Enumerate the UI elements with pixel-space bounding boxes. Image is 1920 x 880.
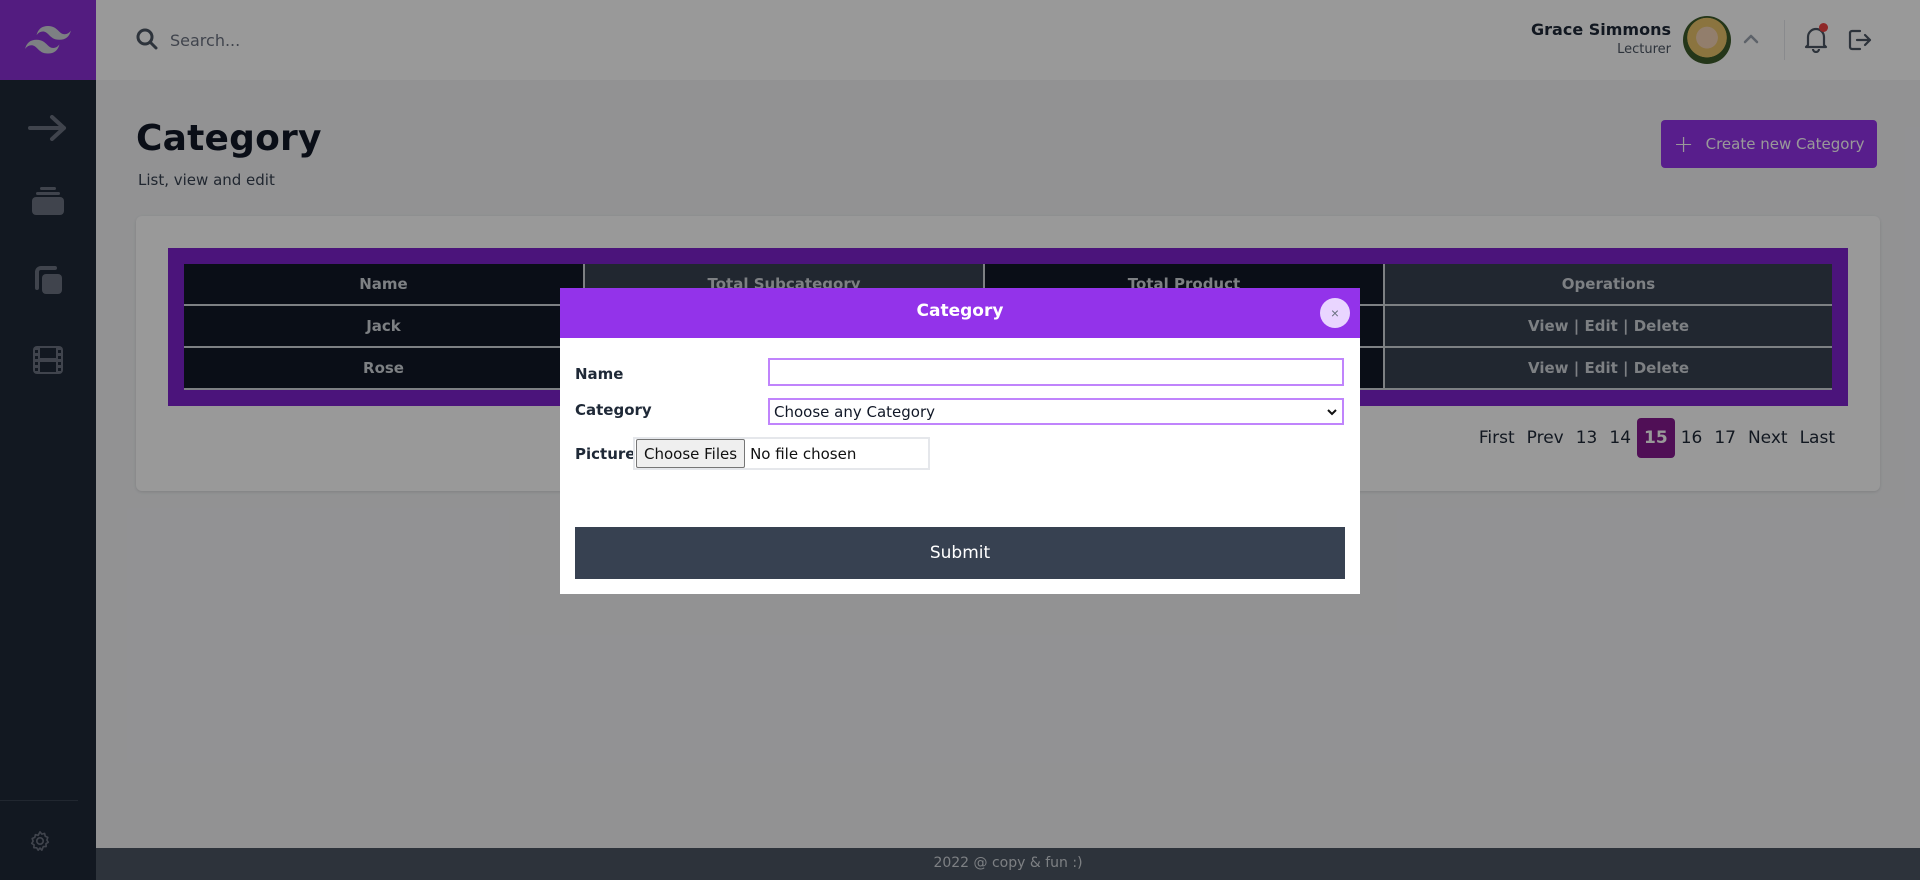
modal-title: Category: [916, 301, 1004, 321]
category-select[interactable]: Choose any Category: [768, 398, 1344, 425]
category-modal: Category × Name Category Choose any Cate…: [560, 288, 1360, 594]
close-icon: ×: [1330, 305, 1340, 321]
name-input[interactable]: [768, 358, 1344, 386]
submit-button[interactable]: Submit: [575, 527, 1345, 579]
choose-files-button[interactable]: Choose Files: [636, 439, 746, 468]
chevron-down-icon: [1327, 408, 1337, 415]
name-label: Name: [575, 365, 624, 383]
close-button[interactable]: ×: [1320, 298, 1350, 328]
category-label: Category: [575, 401, 652, 419]
modal-header: Category ×: [560, 288, 1360, 338]
picture-label: Picture: [575, 445, 636, 463]
picture-file-input[interactable]: Choose Files No file chosen: [633, 437, 930, 470]
file-status: No file chosen: [750, 444, 857, 463]
category-select-value: Choose any Category: [774, 402, 936, 421]
